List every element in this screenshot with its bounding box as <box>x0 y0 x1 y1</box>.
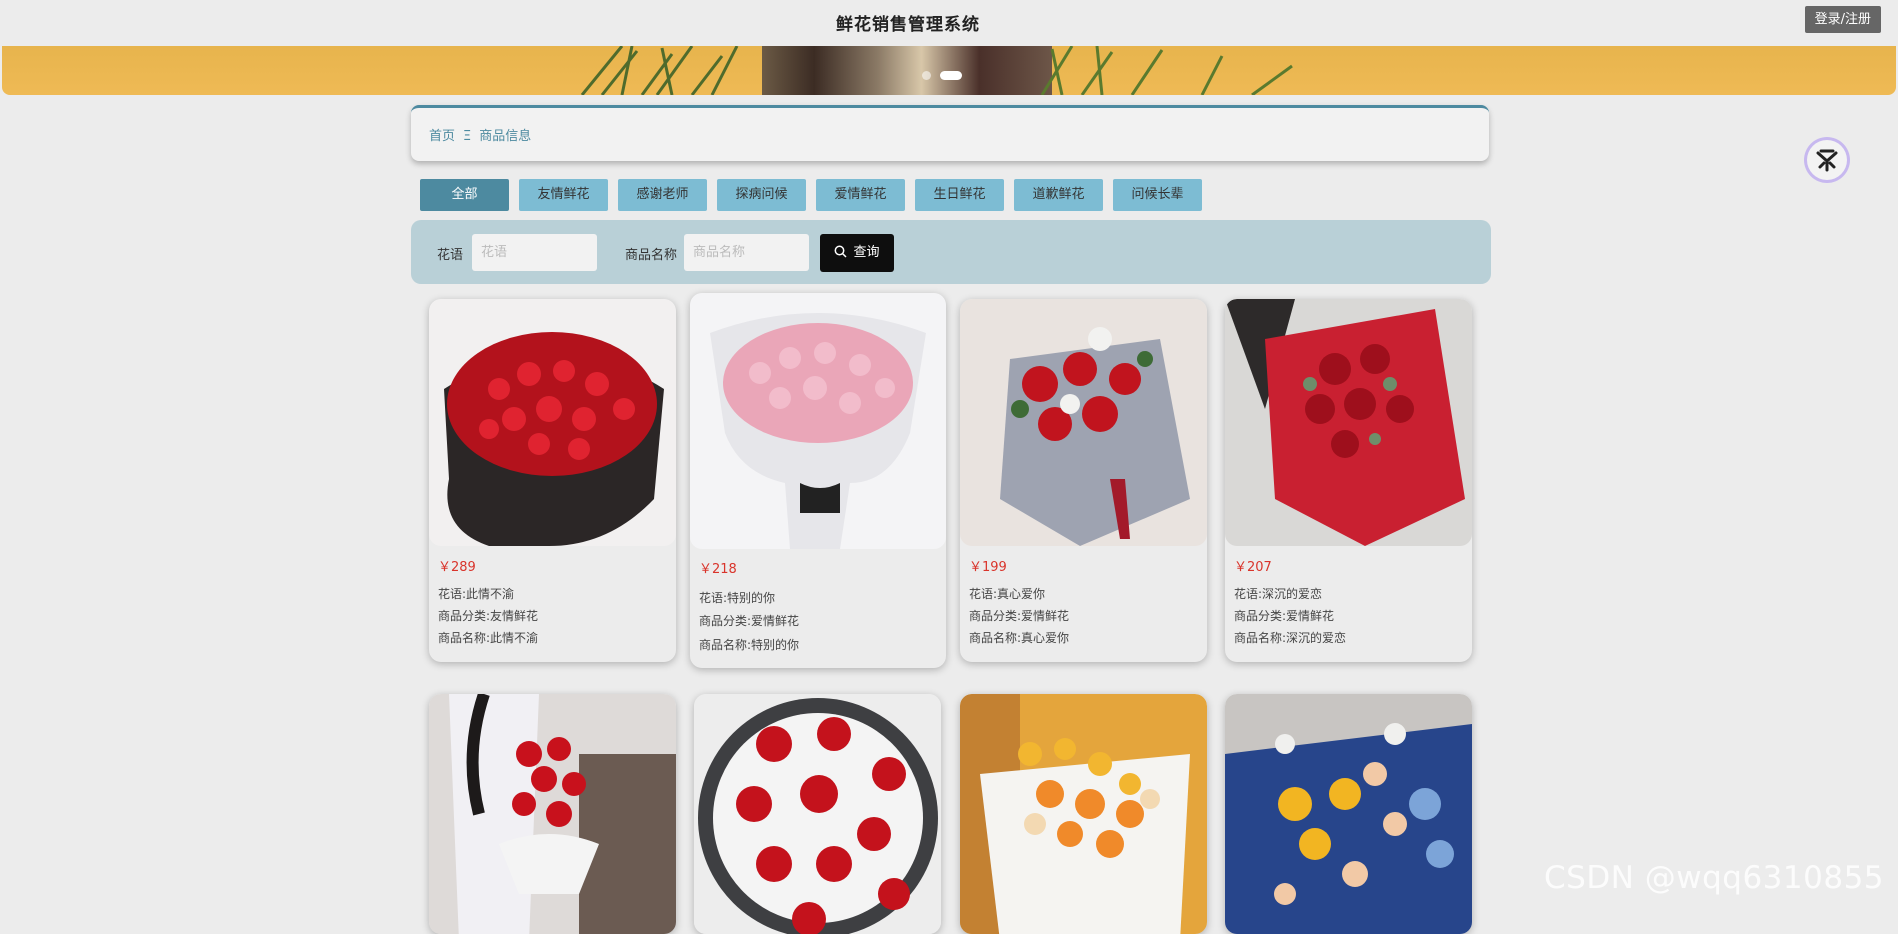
product-category: 商品分类:爱情鲜花 <box>1234 609 1335 623</box>
product-flower-language: 花语:此情不渝 <box>438 587 515 601</box>
product-flower-language: 花语:特别的你 <box>699 591 776 605</box>
product-image <box>1225 694 1472 934</box>
plant-leaves-image <box>1040 46 1293 95</box>
carousel-dot-1[interactable] <box>922 71 931 80</box>
product-card[interactable]: ￥199 花语:真心爱你 商品分类:爱情鲜花 商品名称:真心爱你 <box>960 299 1207 662</box>
breadcrumb-panel: 首页 Ξ 商品信息 <box>411 105 1489 161</box>
top-bar: 鲜花销售管理系统 登录/注册 <box>0 0 1898 46</box>
product-flower-language: 花语:深沉的爱恋 <box>1234 587 1323 601</box>
product-card[interactable] <box>694 694 941 934</box>
product-name-label: 商品名称 <box>625 248 678 263</box>
product-price: ￥218 <box>699 562 737 577</box>
banner-carousel[interactable] <box>2 46 1896 95</box>
tab-birthday-flowers[interactable]: 生日鲜花 <box>915 179 1004 211</box>
product-image <box>694 694 941 934</box>
tab-friendship-flowers[interactable]: 友情鲜花 <box>519 179 608 211</box>
product-card[interactable] <box>429 694 676 934</box>
flower-language-label: 花语 <box>437 248 464 263</box>
product-image <box>960 694 1207 934</box>
product-card[interactable] <box>960 694 1207 934</box>
query-button-label: 查询 <box>853 245 880 260</box>
query-button[interactable]: 查询 <box>820 234 894 272</box>
product-price: ￥207 <box>1234 560 1272 575</box>
breadcrumb-current: 商品信息 <box>479 129 532 144</box>
breadcrumb-home-link[interactable]: 首页 <box>429 129 455 144</box>
carousel-dot-2[interactable] <box>940 71 962 80</box>
search-panel: 花语 商品名称 查询 <box>411 220 1491 284</box>
product-price: ￥289 <box>438 560 476 575</box>
flower-language-input[interactable] <box>472 234 597 271</box>
product-category: 商品分类:爱情鲜花 <box>969 609 1070 623</box>
product-name: 商品名称:此情不渝 <box>438 631 539 645</box>
product-card[interactable]: ￥207 花语:深沉的爱恋 商品分类:爱情鲜花 商品名称:深沉的爱恋 <box>1225 299 1472 662</box>
tab-visit-sick[interactable]: 探病问候 <box>717 179 806 211</box>
tab-love-flowers[interactable]: 爱情鲜花 <box>816 179 905 211</box>
tab-greet-elders[interactable]: 问候长辈 <box>1113 179 1202 211</box>
product-name-input[interactable] <box>684 234 809 271</box>
plant-leaves-image <box>580 46 739 95</box>
tab-apology-flowers[interactable]: 道歉鲜花 <box>1014 179 1103 211</box>
product-card[interactable] <box>1225 694 1472 934</box>
site-title: 鲜花销售管理系统 <box>836 15 980 35</box>
product-category: 商品分类:爱情鲜花 <box>699 614 800 628</box>
product-image <box>690 293 946 549</box>
product-name: 商品名称:真心爱你 <box>969 631 1070 645</box>
product-image <box>429 694 676 934</box>
watermark: CSDN @wqq6310855 <box>1544 860 1885 896</box>
assistant-float-icon[interactable] <box>1804 137 1850 183</box>
product-card[interactable]: ￥218 花语:特别的你 商品分类:爱情鲜花 商品名称:特别的你 <box>690 293 946 668</box>
product-flower-language: 花语:真心爱你 <box>969 587 1046 601</box>
tab-all[interactable]: 全部 <box>420 179 509 211</box>
product-name: 商品名称:特别的你 <box>699 638 800 652</box>
product-image <box>1225 299 1472 546</box>
tab-thank-teacher[interactable]: 感谢老师 <box>618 179 707 211</box>
login-register-button[interactable]: 登录/注册 <box>1804 6 1881 33</box>
product-image <box>429 299 676 546</box>
product-price: ￥199 <box>969 560 1007 575</box>
product-image <box>960 299 1207 546</box>
breadcrumb: 首页 Ξ 商品信息 <box>429 125 531 144</box>
search-icon <box>835 245 848 258</box>
product-category: 商品分类:友情鲜花 <box>438 609 539 623</box>
product-name: 商品名称:深沉的爱恋 <box>1234 631 1347 645</box>
product-card[interactable]: ￥289 花语:此情不渝 商品分类:友情鲜花 商品名称:此情不渝 <box>429 299 676 662</box>
breadcrumb-separator-icon: Ξ <box>463 129 472 144</box>
